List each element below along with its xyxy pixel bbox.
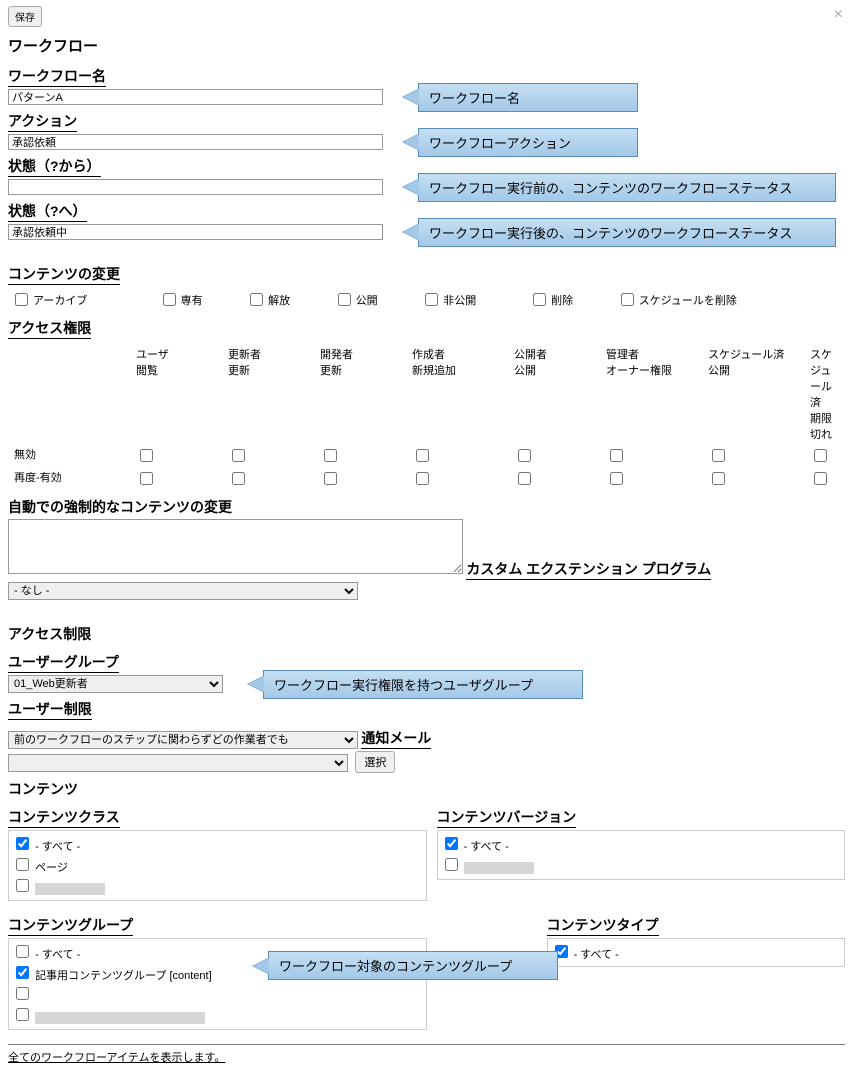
chk-delete[interactable]: 削除 [529, 290, 613, 309]
perm-disable-1[interactable] [140, 449, 153, 462]
label-access-restrict: アクセス制限 [8, 624, 845, 644]
chk-exclusive[interactable]: 専有 [159, 290, 243, 309]
auto-force-textarea[interactable] [8, 519, 463, 574]
callout-state-to: ワークフロー実行後の、コンテンツのワークフローステータス [418, 218, 836, 247]
chk-type-all[interactable]: - すべて - [551, 942, 842, 963]
perm-reenable-3[interactable] [324, 472, 337, 485]
label-content-version: コンテンツバージョン [437, 807, 577, 828]
label-content-section: コンテンツ [8, 779, 845, 799]
user-restrict-select[interactable]: 前のワークフローのステップに関わらずどの作業者でも [8, 731, 358, 749]
notify-mail-select[interactable] [8, 754, 348, 772]
state-from-input[interactable] [8, 179, 383, 195]
label-state-to: 状態（?へ） [8, 201, 87, 222]
label-auto-force: 自動での強制的なコンテンツの変更 [8, 497, 845, 517]
save-button[interactable]: 保存 [8, 6, 42, 27]
perm-disable-2[interactable] [232, 449, 245, 462]
label-notify-mail: 通知メール [361, 728, 431, 749]
label-access-perm: アクセス権限 [8, 318, 91, 339]
chk-group-blank2[interactable] [12, 1005, 423, 1026]
label-content-class: コンテンツクラス [8, 807, 120, 828]
callout-user-group: ワークフロー実行権限を持つユーザグループ [263, 670, 583, 699]
notify-select-button[interactable]: 選択 [355, 751, 395, 773]
state-to-input[interactable] [8, 224, 383, 240]
label-action: アクション [8, 111, 77, 132]
perm-reenable-5[interactable] [518, 472, 531, 485]
show-all-workflow-link[interactable]: 全てのワークフローアイテムを表示します。 [8, 1052, 225, 1064]
chk-unpublish[interactable]: 非公開 [421, 290, 525, 309]
chk-version-all[interactable]: - すべて - [441, 834, 842, 855]
callout-state-from: ワークフロー実行前の、コンテンツのワークフローステータス [418, 173, 836, 202]
perm-row-reenable: 再度-有効 [10, 468, 130, 489]
page-title: ワークフロー [8, 35, 845, 56]
perm-reenable-6[interactable] [610, 472, 623, 485]
perm-disable-3[interactable] [324, 449, 337, 462]
perm-disable-4[interactable] [416, 449, 429, 462]
chk-group-blank1[interactable] [12, 984, 423, 1005]
perm-reenable-1[interactable] [140, 472, 153, 485]
user-group-select[interactable]: 01_Web更新者 [8, 675, 223, 693]
perm-disable-6[interactable] [610, 449, 623, 462]
separator [8, 1044, 845, 1045]
label-user-group: ユーザーグループ [8, 652, 119, 673]
chk-archive[interactable]: アーカイブ [11, 290, 155, 309]
callout-content-group: ワークフロー対象のコンテンツグループ [268, 951, 558, 980]
chk-release[interactable]: 解放 [246, 290, 330, 309]
label-content-change: コンテンツの変更 [8, 264, 120, 285]
chk-class-page[interactable]: ページ [12, 855, 423, 876]
perm-reenable-7[interactable] [712, 472, 725, 485]
chk-publish[interactable]: 公開 [334, 290, 418, 309]
perm-reenable-2[interactable] [232, 472, 245, 485]
perm-reenable-4[interactable] [416, 472, 429, 485]
custom-ext-select[interactable]: - なし - [8, 582, 358, 600]
perm-disable-7[interactable] [712, 449, 725, 462]
chk-version-blank[interactable] [441, 855, 842, 876]
label-state-from: 状態（?から） [8, 156, 101, 177]
label-content-type: コンテンツタイプ [547, 915, 659, 936]
content-version-list: - すべて - [437, 830, 846, 880]
callout-action: ワークフローアクション [418, 128, 638, 157]
callout-workflow-name: ワークフロー名 [418, 83, 638, 112]
close-icon[interactable]: × [834, 6, 843, 24]
perm-disable-5[interactable] [518, 449, 531, 462]
chk-class-blank[interactable] [12, 876, 423, 897]
perm-reenable-8[interactable] [814, 472, 827, 485]
chk-class-all[interactable]: - すべて - [12, 834, 423, 855]
content-class-list: - すべて - ページ [8, 830, 427, 901]
label-custom-ext: カスタム エクステンション プログラム [466, 559, 711, 580]
chk-delete-schedule[interactable]: スケジュールを削除 [617, 290, 842, 309]
workflow-name-input[interactable] [8, 89, 383, 105]
content-type-list: - すべて - [547, 938, 846, 967]
action-input[interactable] [8, 134, 383, 150]
label-content-group: コンテンツグループ [8, 915, 133, 936]
perm-disable-8[interactable] [814, 449, 827, 462]
label-user-restrict: ユーザー制限 [8, 699, 92, 720]
perm-row-disable: 無効 [10, 445, 130, 466]
label-workflow-name: ワークフロー名 [8, 66, 106, 87]
